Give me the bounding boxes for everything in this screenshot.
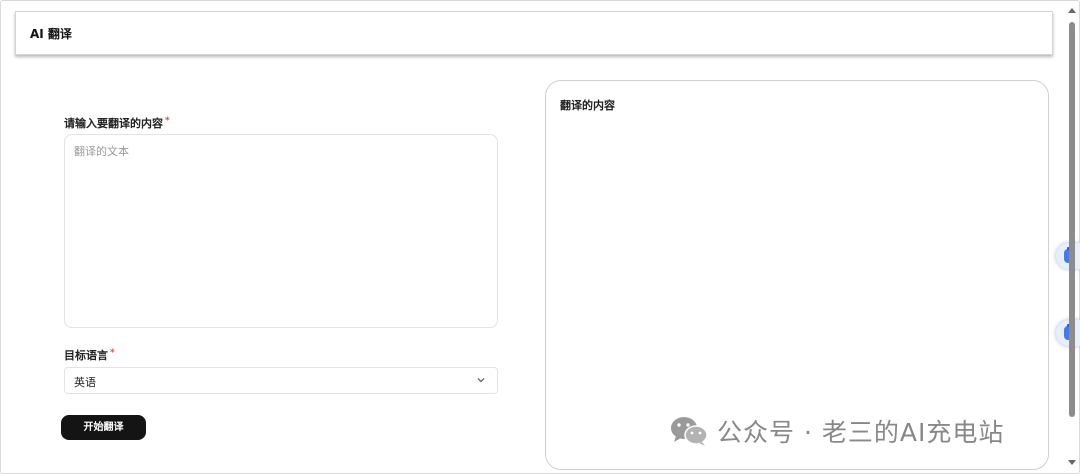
page-scrollbar[interactable]	[1066, 4, 1078, 470]
start-translate-button[interactable]: 开始翻译	[61, 415, 146, 440]
watermark-text: 公众号 · 老三的AI充电站	[717, 418, 1005, 447]
scroll-up-icon[interactable]	[1068, 8, 1076, 13]
required-mark: *	[110, 348, 115, 358]
target-language-label: 目标语言 *	[64, 347, 115, 363]
scroll-down-icon[interactable]	[1068, 460, 1076, 465]
watermark: 公众号 · 老三的AI充电站	[669, 413, 1004, 449]
app-window: AI 翻译 请输入要翻译的内容 * 翻译的文本 目标语言 * 英语 开始翻译 翻译的…	[0, 0, 1080, 474]
required-mark: *	[165, 116, 170, 126]
source-text-input[interactable]: 翻译的文本	[64, 134, 498, 328]
app-title: AI 翻译	[30, 27, 72, 41]
wechat-logo-icon	[671, 417, 708, 446]
chevron-down-icon	[477, 378, 485, 383]
source-text-label: 请输入要翻译的内容 *	[64, 115, 170, 131]
result-title: 翻译的内容	[560, 99, 615, 112]
source-text-placeholder: 翻译的文本	[74, 145, 129, 158]
target-language-value: 英语	[74, 376, 96, 389]
app-header: AI 翻译	[15, 11, 1053, 55]
target-language-select[interactable]: 英语	[64, 367, 498, 394]
source-text-label-text: 请输入要翻译的内容	[64, 117, 163, 130]
scrollbar-thumb[interactable]	[1069, 22, 1075, 417]
result-panel: 翻译的内容	[545, 80, 1049, 470]
target-language-label-text: 目标语言	[64, 349, 108, 362]
